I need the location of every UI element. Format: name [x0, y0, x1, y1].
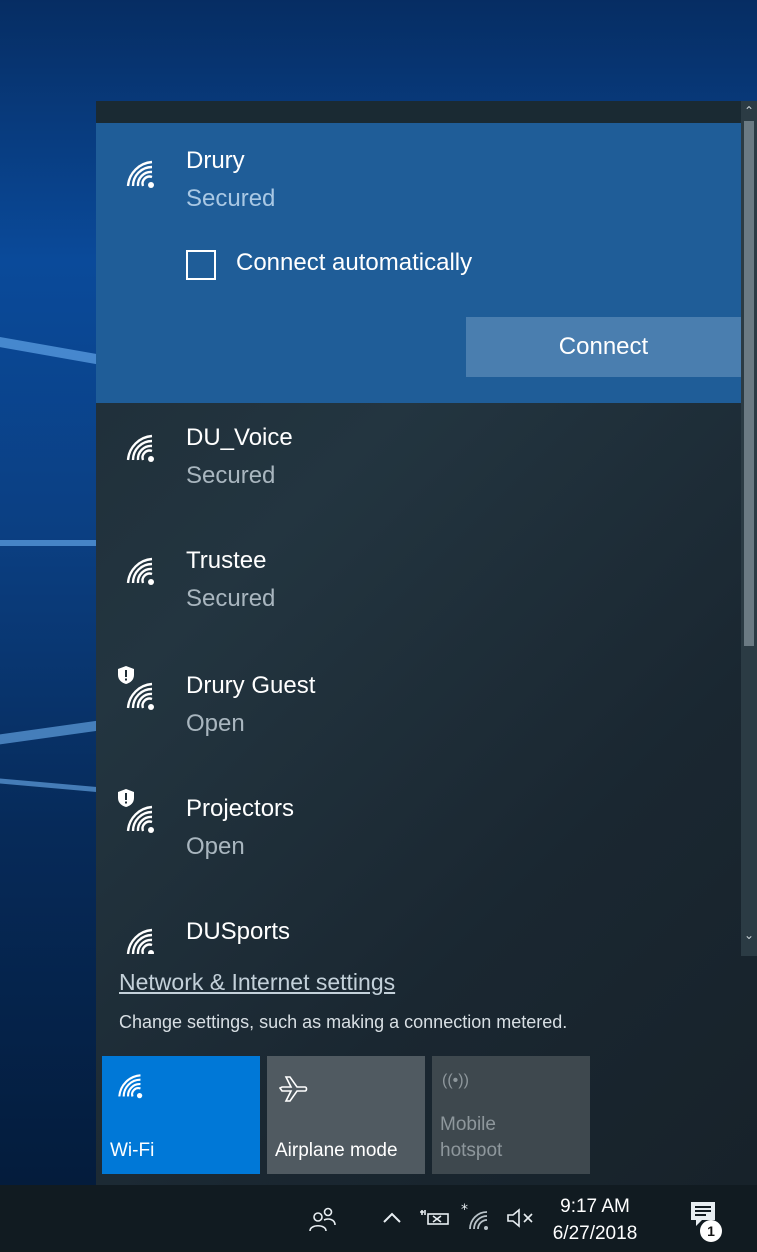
notification-count-badge: 1	[700, 1220, 722, 1242]
tile-label: Airplane mode	[275, 1140, 398, 1161]
clock[interactable]: 9:17 AM 6/27/2018	[550, 1193, 640, 1247]
wifi-signal-icon	[126, 557, 154, 585]
wifi-signal-icon	[126, 682, 154, 710]
tile-label: Mobile hotspot	[440, 1114, 503, 1161]
network-status: Secured	[186, 585, 276, 612]
taskbar: * 9:17 AM 6/27/2018 1	[0, 1185, 757, 1252]
network-name: DUSports	[186, 918, 291, 945]
connect-button[interactable]: Connect	[466, 317, 741, 377]
network-item[interactable]: DUSports	[96, 898, 741, 954]
clock-time: 9:17 AM	[560, 1196, 630, 1217]
network-item[interactable]: Drury Guest Open	[96, 652, 741, 770]
wifi-icon	[118, 1074, 143, 1099]
network-status: Open	[186, 710, 245, 737]
scroll-down-arrow-icon[interactable]: ⌄	[741, 927, 757, 943]
network-name: Trustee	[186, 547, 267, 574]
volume-muted-icon[interactable]	[505, 1203, 537, 1233]
network-settings-link[interactable]: Network & Internet settings	[119, 969, 395, 996]
network-item[interactable]: Trustee Secured	[96, 529, 741, 647]
airplane-mode-tile[interactable]: Airplane mode	[267, 1056, 425, 1174]
network-name: Drury	[186, 147, 245, 174]
network-item[interactable]: DU_Voice Secured	[96, 406, 741, 524]
tile-label: Wi-Fi	[110, 1140, 155, 1161]
network-name: Drury Guest	[186, 672, 316, 699]
show-hidden-icons-chevron-icon[interactable]	[380, 1203, 404, 1233]
wifi-signal-icon	[126, 434, 154, 462]
people-icon[interactable]	[307, 1203, 337, 1233]
connect-automatically-label[interactable]: Connect automatically	[236, 249, 472, 277]
clock-date: 6/27/2018	[552, 1223, 638, 1244]
wifi-toggle-tile[interactable]: Wi-Fi	[102, 1056, 260, 1174]
flyout-header-strip	[96, 101, 741, 123]
svg-text:*: *	[461, 1203, 468, 1218]
mobile-hotspot-tile: ((•)) Mobile hotspot	[432, 1056, 590, 1174]
network-item[interactable]: Projectors Open	[96, 775, 741, 893]
wifi-tray-icon[interactable]: *	[461, 1203, 493, 1233]
network-status: Secured	[186, 185, 276, 212]
scroll-up-arrow-icon[interactable]: ⌃	[741, 103, 757, 119]
network-name: DU_Voice	[186, 424, 293, 451]
hotspot-icon: ((•))	[442, 1072, 469, 1089]
wifi-signal-icon	[126, 805, 154, 833]
network-settings-description: Change settings, such as making a connec…	[119, 1012, 568, 1032]
network-status: Secured	[186, 462, 276, 489]
network-flyout: Drury Secured Connect automatically Conn…	[96, 101, 757, 1185]
connect-automatically-checkbox[interactable]	[186, 250, 216, 280]
wifi-signal-icon	[126, 160, 154, 188]
battery-icon[interactable]	[418, 1203, 452, 1233]
wifi-signal-icon	[126, 928, 154, 954]
network-name: Projectors	[186, 795, 295, 822]
network-list-scrollbar[interactable]: ⌃ ⌄	[741, 101, 757, 956]
scrollbar-thumb[interactable]	[744, 121, 754, 646]
airplane-icon	[279, 1076, 308, 1102]
network-item-selected[interactable]: Drury Secured Connect automatically Conn…	[96, 123, 741, 403]
network-status: Open	[186, 833, 245, 860]
